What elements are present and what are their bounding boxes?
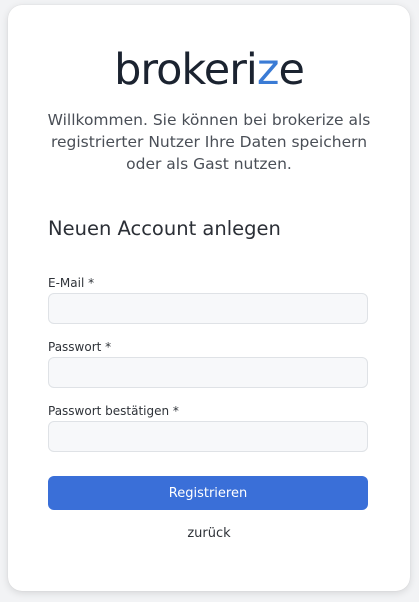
password-confirm-field[interactable] xyxy=(48,421,368,452)
logo-text-end: e xyxy=(278,45,304,95)
register-button[interactable]: Registrieren xyxy=(48,476,368,510)
password-field[interactable] xyxy=(48,357,368,388)
password-label: Passwort * xyxy=(48,340,112,354)
logo-text-main: brokeri xyxy=(114,45,258,95)
logo-text-accent: z xyxy=(256,45,280,95)
password-confirm-label: Passwort bestätigen * xyxy=(48,404,179,418)
brokerize-logo: brokerize xyxy=(8,45,410,95)
register-card: brokerize Willkommen. Sie können bei bro… xyxy=(8,5,410,591)
email-label: E-Mail * xyxy=(48,276,95,290)
welcome-text: Willkommen. Sie können bei brokerize als… xyxy=(47,111,371,173)
form-title: Neuen Account anlegen xyxy=(48,217,281,240)
back-link[interactable]: zurück xyxy=(8,526,410,541)
email-field[interactable] xyxy=(48,293,368,324)
